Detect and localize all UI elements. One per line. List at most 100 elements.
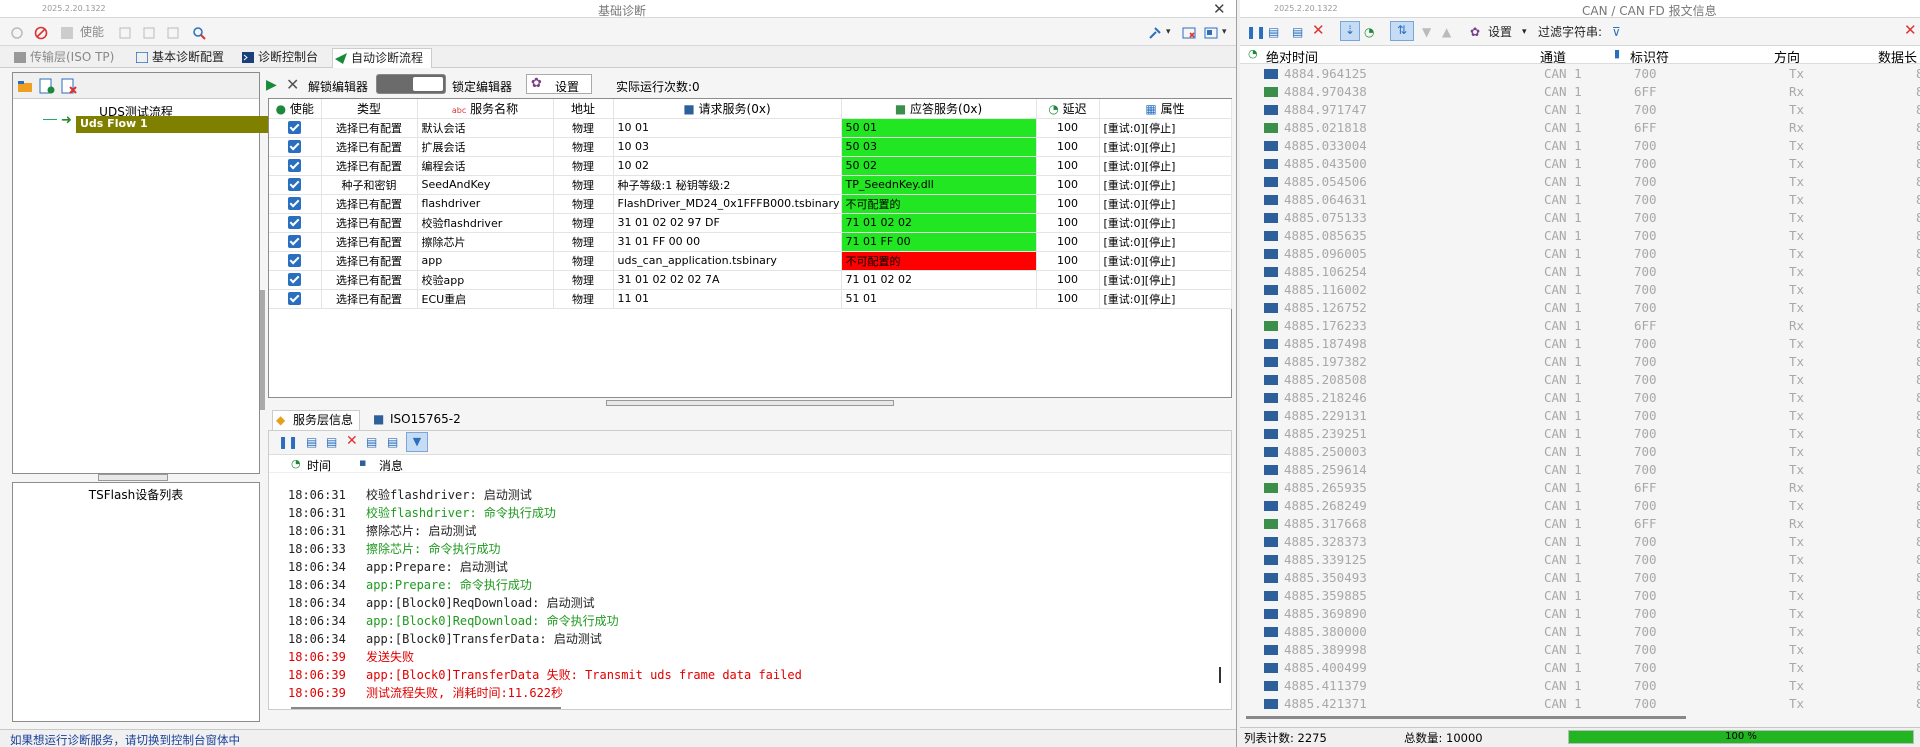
close-icon[interactable]: ✕ (1904, 22, 1917, 38)
can-message-row[interactable]: 4885.350493 CAN 1 700 Tx 8 (1264, 570, 1920, 588)
col-response[interactable]: ■ 应答服务(0x) (841, 99, 1037, 119)
checkbox-checked-icon[interactable] (288, 159, 302, 173)
tab-basic-config[interactable]: 基本诊断配置 (134, 48, 224, 68)
response-cell[interactable]: 71 01 FF 00 (841, 232, 1037, 252)
name-cell[interactable]: 校验flashdriver (417, 213, 554, 233)
add-log-icon[interactable]: ▤ (366, 435, 377, 449)
can-message-row[interactable]: 4885.116002 CAN 1 700 Tx 8 (1264, 282, 1920, 300)
enable-checkbox[interactable] (269, 137, 322, 157)
log-scrollbar[interactable] (291, 707, 561, 709)
attributes-cell[interactable]: [重试:0][停止] (1099, 270, 1232, 290)
enable-checkbox[interactable] (269, 289, 322, 309)
table-row[interactable]: 选择已有配置 校验app 物理 31 01 02 02 02 7A 71 01 02 0… (269, 270, 1232, 290)
type-cell[interactable]: 选择已有配置 (321, 156, 418, 176)
can-message-row[interactable]: 4885.229131 CAN 1 700 Tx 8 (1264, 408, 1920, 426)
copy-icon[interactable]: ▤ (306, 435, 317, 449)
table-row[interactable]: 选择已有配置 编程会话 物理 10 02 50 02 100 [重试:0][停止] (269, 156, 1232, 176)
delay-cell[interactable]: 100 (1036, 270, 1100, 290)
editor-lock-toggle[interactable] (376, 74, 446, 94)
col-enable[interactable]: ● 使能 (269, 99, 322, 119)
can-message-row[interactable]: 4885.043500 CAN 1 700 Tx 8 (1264, 156, 1920, 174)
attributes-cell[interactable]: [重试:0][停止] (1099, 156, 1232, 176)
type-cell[interactable]: 选择已有配置 (321, 270, 418, 290)
request-cell[interactable]: 31 01 02 02 02 7A (613, 270, 842, 290)
pause-icon[interactable]: ❚❚ (278, 435, 298, 449)
attributes-cell[interactable]: [重试:0][停止] (1099, 213, 1232, 233)
col-delay[interactable]: ◔ 延迟 (1036, 99, 1100, 119)
type-cell[interactable]: 选择已有配置 (321, 289, 418, 309)
response-cell[interactable]: 50 02 (841, 156, 1037, 176)
delay-cell[interactable]: 100 (1036, 137, 1100, 157)
can-message-row[interactable]: 4884.971747 CAN 1 700 Tx 8 (1264, 102, 1920, 120)
can-message-row[interactable]: 4885.268249 CAN 1 700 Tx 8 (1264, 498, 1920, 516)
disconnect-icon[interactable] (34, 24, 48, 40)
copy-all-icon[interactable]: ▤ (326, 435, 337, 449)
col-data-length[interactable]: 数据长 (1878, 47, 1917, 66)
can-message-row[interactable]: 4885.176233 CAN 1 6FF Rx 8 (1264, 318, 1920, 336)
checkbox-checked-icon[interactable] (288, 178, 302, 192)
col-direction[interactable]: 方向 (1774, 47, 1800, 66)
request-cell[interactable]: uds_can_application.tsbinary (613, 251, 842, 271)
can-message-row[interactable]: 4885.359885 CAN 1 700 Tx 8 (1264, 588, 1920, 606)
search-icon[interactable] (192, 24, 206, 40)
name-cell[interactable]: flashdriver (417, 194, 554, 214)
enable-checkbox[interactable] (269, 232, 322, 252)
delay-cell[interactable]: 100 (1036, 232, 1100, 252)
col-address[interactable]: 地址 (553, 99, 614, 119)
refresh-icon[interactable] (10, 24, 24, 40)
col-attributes[interactable]: ▦ 属性 (1099, 99, 1232, 119)
col-channel[interactable]: 通道 (1540, 47, 1566, 66)
request-cell[interactable]: 31 01 FF 00 00 (613, 232, 842, 252)
close-icon[interactable]: ✕ (1213, 0, 1226, 18)
delay-cell[interactable]: 100 (1036, 175, 1100, 195)
table-row[interactable]: 选择已有配置 扩展会话 物理 10 03 50 03 100 [重试:0][停止] (269, 137, 1232, 157)
attributes-cell[interactable]: [重试:0][停止] (1099, 118, 1232, 138)
play-icon[interactable]: ▶ (266, 77, 277, 93)
enable-checkbox[interactable] (269, 175, 322, 195)
checkbox-checked-icon[interactable] (288, 292, 302, 306)
table-row[interactable]: 选择已有配置 app 物理 uds_can_application.tsbinary 不… (269, 251, 1232, 271)
unlock-editor-label[interactable]: 解锁编辑器 (308, 78, 368, 95)
col-time[interactable]: 时间 (307, 457, 331, 474)
tools-dropdown-icon[interactable]: ▾ (1166, 24, 1171, 40)
layout-icon[interactable] (1204, 24, 1218, 40)
tab-iso15765[interactable]: ■ ISO15765-2 (370, 410, 461, 430)
can-message-row[interactable]: 4884.964125 CAN 1 700 Tx 8 (1264, 66, 1920, 84)
stop-icon[interactable]: ✕ (286, 75, 299, 94)
copy-icon[interactable]: ▤ (1268, 24, 1279, 40)
address-cell[interactable]: 物理 (553, 194, 614, 214)
address-cell[interactable]: 物理 (553, 251, 614, 271)
delay-cell[interactable]: 100 (1036, 118, 1100, 138)
window-close-icon[interactable] (1182, 24, 1196, 40)
checkbox-checked-icon[interactable] (288, 121, 302, 135)
table-row[interactable]: 种子和密钥 SeedAndKey 物理 种子等级:1 秘钥等级:2 TP_SeednKe… (269, 175, 1232, 195)
attributes-cell[interactable]: [重试:0][停止] (1099, 175, 1232, 195)
delay-cell[interactable]: 100 (1036, 251, 1100, 271)
delay-cell[interactable]: 100 (1036, 156, 1100, 176)
col-identifier[interactable]: 标识符 (1630, 47, 1669, 66)
sort-icon[interactable]: ⇅ (1390, 21, 1414, 41)
can-message-row[interactable]: 4885.197382 CAN 1 700 Tx 8 (1264, 354, 1920, 372)
address-cell[interactable]: 物理 (553, 213, 614, 233)
pause-icon[interactable]: ❚❚ (1246, 24, 1266, 40)
col-service-name[interactable]: abc 服务名称 (417, 99, 554, 119)
response-cell[interactable]: 71 01 02 02 (841, 213, 1037, 233)
settings-button[interactable]: ✿ 设置 (526, 74, 592, 94)
type-cell[interactable]: 选择已有配置 (321, 251, 418, 271)
checkbox-checked-icon[interactable] (288, 254, 302, 268)
can-message-row[interactable]: 4885.033004 CAN 1 700 Tx 8 (1264, 138, 1920, 156)
type-cell[interactable]: 选择已有配置 (321, 118, 418, 138)
clock-icon[interactable]: ◔ (1364, 24, 1374, 40)
attributes-cell[interactable]: [重试:0][停止] (1099, 289, 1232, 309)
tools-icon[interactable] (1148, 24, 1162, 40)
name-cell[interactable]: 擦除芯片 (417, 232, 554, 252)
down-icon[interactable]: ▼ (1422, 24, 1431, 40)
filter-icon[interactable]: ⊽ (1612, 24, 1621, 40)
address-cell[interactable]: 物理 (553, 289, 614, 309)
attributes-cell[interactable]: [重试:0][停止] (1099, 194, 1232, 214)
enable-checkbox[interactable] (269, 213, 322, 233)
name-cell[interactable]: 编程会话 (417, 156, 554, 176)
type-cell[interactable]: 选择已有配置 (321, 194, 418, 214)
enable-checkbox[interactable] (269, 270, 322, 290)
col-abs-time[interactable]: 绝对时间 (1266, 47, 1318, 66)
